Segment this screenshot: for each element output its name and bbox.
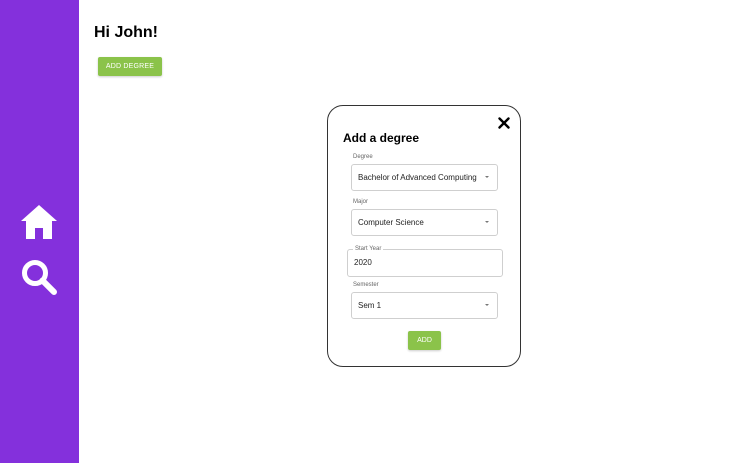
- greeting: Hi John!: [94, 24, 158, 41]
- semester-select[interactable]: Sem 1: [351, 292, 498, 319]
- close-button[interactable]: [496, 115, 512, 131]
- start-year-input[interactable]: [354, 258, 494, 267]
- chevron-down-icon: [485, 304, 489, 306]
- degree-label: Degree: [353, 154, 373, 160]
- chevron-down-icon: [485, 221, 489, 223]
- major-select[interactable]: Computer Science: [351, 209, 498, 236]
- add-button[interactable]: ADD: [408, 331, 441, 350]
- add-degree-dialog: Add a degree Degree Bachelor of Advanced…: [327, 105, 521, 367]
- degree-select[interactable]: Bachelor of Advanced Computing: [351, 164, 498, 191]
- home-icon[interactable]: [19, 202, 59, 242]
- search-icon[interactable]: [19, 257, 59, 297]
- start-year-label: Start Year: [353, 246, 384, 253]
- major-label: Major: [353, 199, 369, 205]
- start-year-field[interactable]: Start Year: [347, 246, 503, 277]
- sidebar: [0, 0, 79, 463]
- major-value: Computer Science: [358, 218, 424, 227]
- chevron-down-icon: [485, 176, 489, 178]
- dialog-title: Add a degree: [343, 131, 420, 145]
- add-degree-button[interactable]: ADD DEGREE: [98, 57, 162, 76]
- semester-label: Semester: [353, 282, 379, 288]
- close-icon: [498, 117, 510, 129]
- semester-value: Sem 1: [358, 301, 382, 310]
- degree-value: Bachelor of Advanced Computing: [358, 173, 477, 182]
